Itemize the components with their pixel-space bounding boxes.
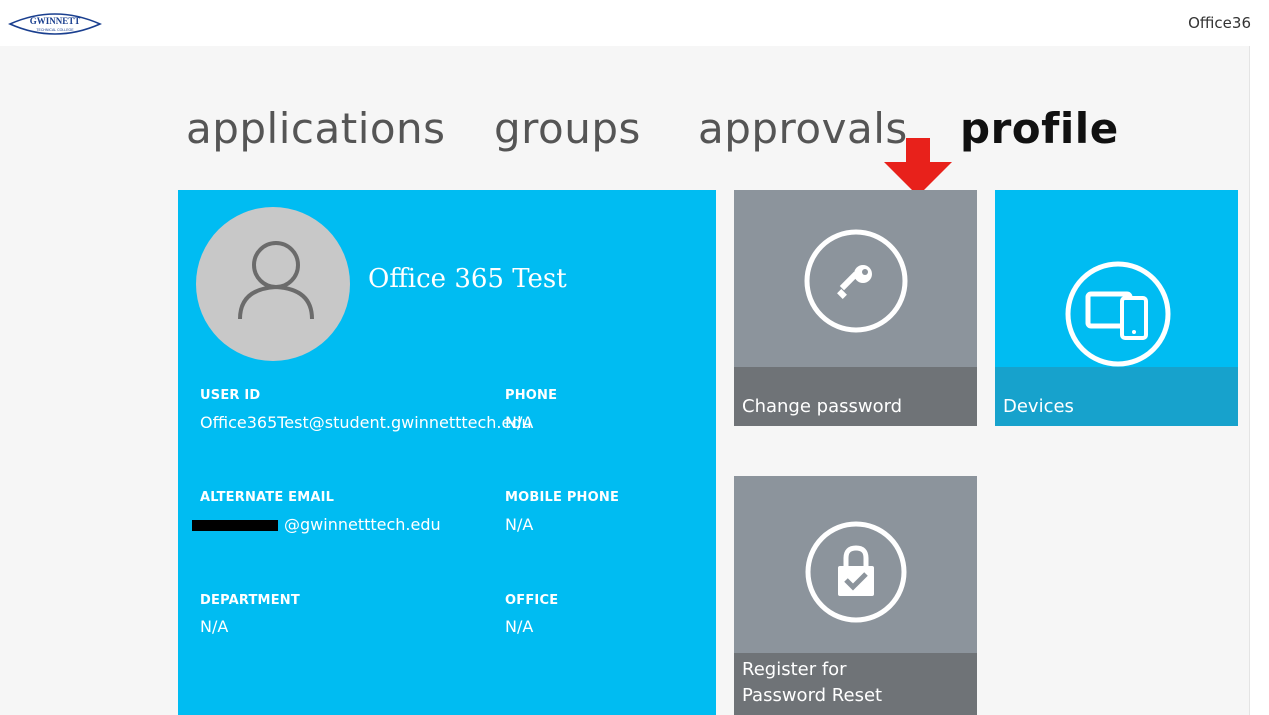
top-bar: GWINNETT TECHNICAL COLLEGE Office36 bbox=[0, 0, 1269, 46]
register-password-reset-tile[interactable]: Register for Password Reset bbox=[734, 476, 977, 715]
change-password-tile[interactable]: Change password bbox=[734, 190, 977, 426]
department-value: N/A bbox=[200, 617, 229, 636]
tab-approvals[interactable]: approvals bbox=[698, 104, 908, 153]
red-down-arrow-icon bbox=[884, 138, 952, 196]
change-password-label: Change password bbox=[734, 367, 977, 426]
alternate-email-row: @gwinnetttech.edu bbox=[192, 512, 441, 537]
phone-label: PHONE bbox=[505, 388, 558, 403]
office-value: N/A bbox=[505, 617, 534, 636]
svg-text:TECHNICAL COLLEGE: TECHNICAL COLLEGE bbox=[36, 28, 74, 32]
avatar[interactable] bbox=[196, 207, 350, 361]
register-reset-label: Register for Password Reset bbox=[734, 653, 977, 715]
user-silhouette-icon bbox=[238, 241, 314, 320]
tab-profile[interactable]: profile bbox=[960, 104, 1119, 153]
devices-label: Devices bbox=[995, 367, 1238, 426]
mobile-phone-value: N/A bbox=[505, 515, 534, 534]
mobile-phone-label: MOBILE PHONE bbox=[505, 490, 620, 505]
alternate-email-value: @gwinnetttech.edu bbox=[284, 515, 441, 534]
key-icon bbox=[804, 229, 908, 333]
lock-check-icon bbox=[805, 521, 907, 623]
display-name: Office 365 Test bbox=[368, 264, 567, 294]
register-reset-line2: Password Reset bbox=[742, 685, 883, 706]
alternate-email-label: ALTERNATE EMAIL bbox=[200, 490, 335, 505]
office-label: OFFICE bbox=[505, 593, 559, 608]
svg-text:GWINNETT: GWINNETT bbox=[30, 16, 81, 26]
profile-card: Office 365 Test USER ID Office365Test@st… bbox=[178, 190, 716, 715]
department-label: DEPARTMENT bbox=[200, 593, 300, 608]
redaction-bar bbox=[192, 520, 278, 531]
devices-tile[interactable]: Devices bbox=[995, 190, 1238, 426]
signed-in-user[interactable]: Office36 bbox=[1188, 14, 1251, 32]
gwinnett-logo[interactable]: GWINNETT TECHNICAL COLLEGE bbox=[6, 10, 104, 38]
user-id-value: Office365Test@student.gwinnetttech.edu bbox=[200, 413, 532, 432]
tab-applications[interactable]: applications bbox=[186, 104, 446, 153]
register-reset-line1: Register for bbox=[742, 659, 847, 680]
devices-icon bbox=[1065, 261, 1171, 367]
user-id-label: USER ID bbox=[200, 388, 261, 403]
phone-value: N/A bbox=[505, 413, 534, 432]
tab-groups[interactable]: groups bbox=[494, 104, 641, 153]
